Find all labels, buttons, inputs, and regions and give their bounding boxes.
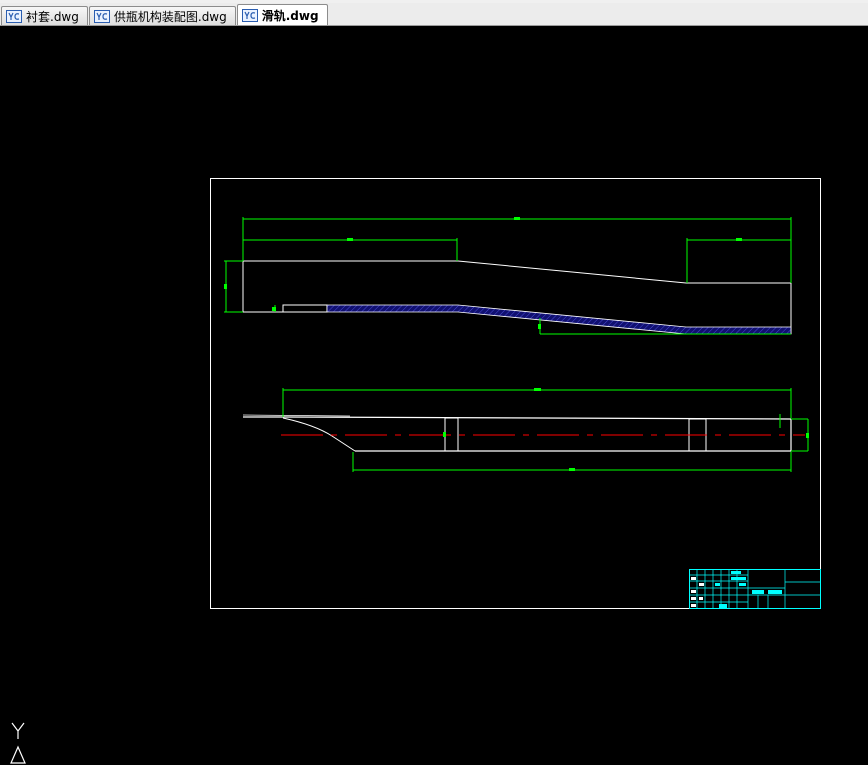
rail-outline-top bbox=[243, 260, 792, 334]
top-view-upper-edge bbox=[243, 416, 792, 420]
drawing-canvas[interactable] bbox=[0, 26, 868, 765]
top-dimension-texts bbox=[443, 388, 809, 471]
ucs-icon bbox=[10, 722, 26, 764]
tab-label: 供瓶机构装配图.dwg bbox=[113, 9, 227, 24]
top-dimensions bbox=[282, 388, 809, 472]
top-view bbox=[242, 388, 809, 472]
dwg-file-icon bbox=[6, 9, 22, 23]
front-view bbox=[224, 217, 792, 335]
drawing-svg bbox=[210, 178, 821, 609]
dwg-file-icon bbox=[93, 9, 110, 23]
tab-bottle-feeder-assembly[interactable]: 供瓶机构装配图.dwg bbox=[88, 6, 236, 25]
tab-label: 滑轨.dwg bbox=[261, 8, 319, 23]
dwg-file-icon bbox=[241, 8, 258, 22]
cad-application: 衬套.dwg 供瓶机构装配图.dwg 滑轨.dwg bbox=[0, 0, 868, 765]
hatched-section bbox=[326, 304, 792, 335]
document-tab-bar: 衬套.dwg 供瓶机构装配图.dwg 滑轨.dwg bbox=[0, 3, 868, 26]
tab-label: 衬套.dwg bbox=[26, 9, 79, 24]
sheet-border bbox=[210, 178, 821, 609]
tab-slide-rail[interactable]: 滑轨.dwg bbox=[236, 4, 328, 25]
top-view-upper-edge-2 bbox=[242, 414, 351, 417]
tab-bushing-drawing[interactable]: 衬套.dwg bbox=[1, 6, 88, 25]
rail-slot bbox=[282, 304, 328, 313]
title-block bbox=[689, 569, 821, 609]
